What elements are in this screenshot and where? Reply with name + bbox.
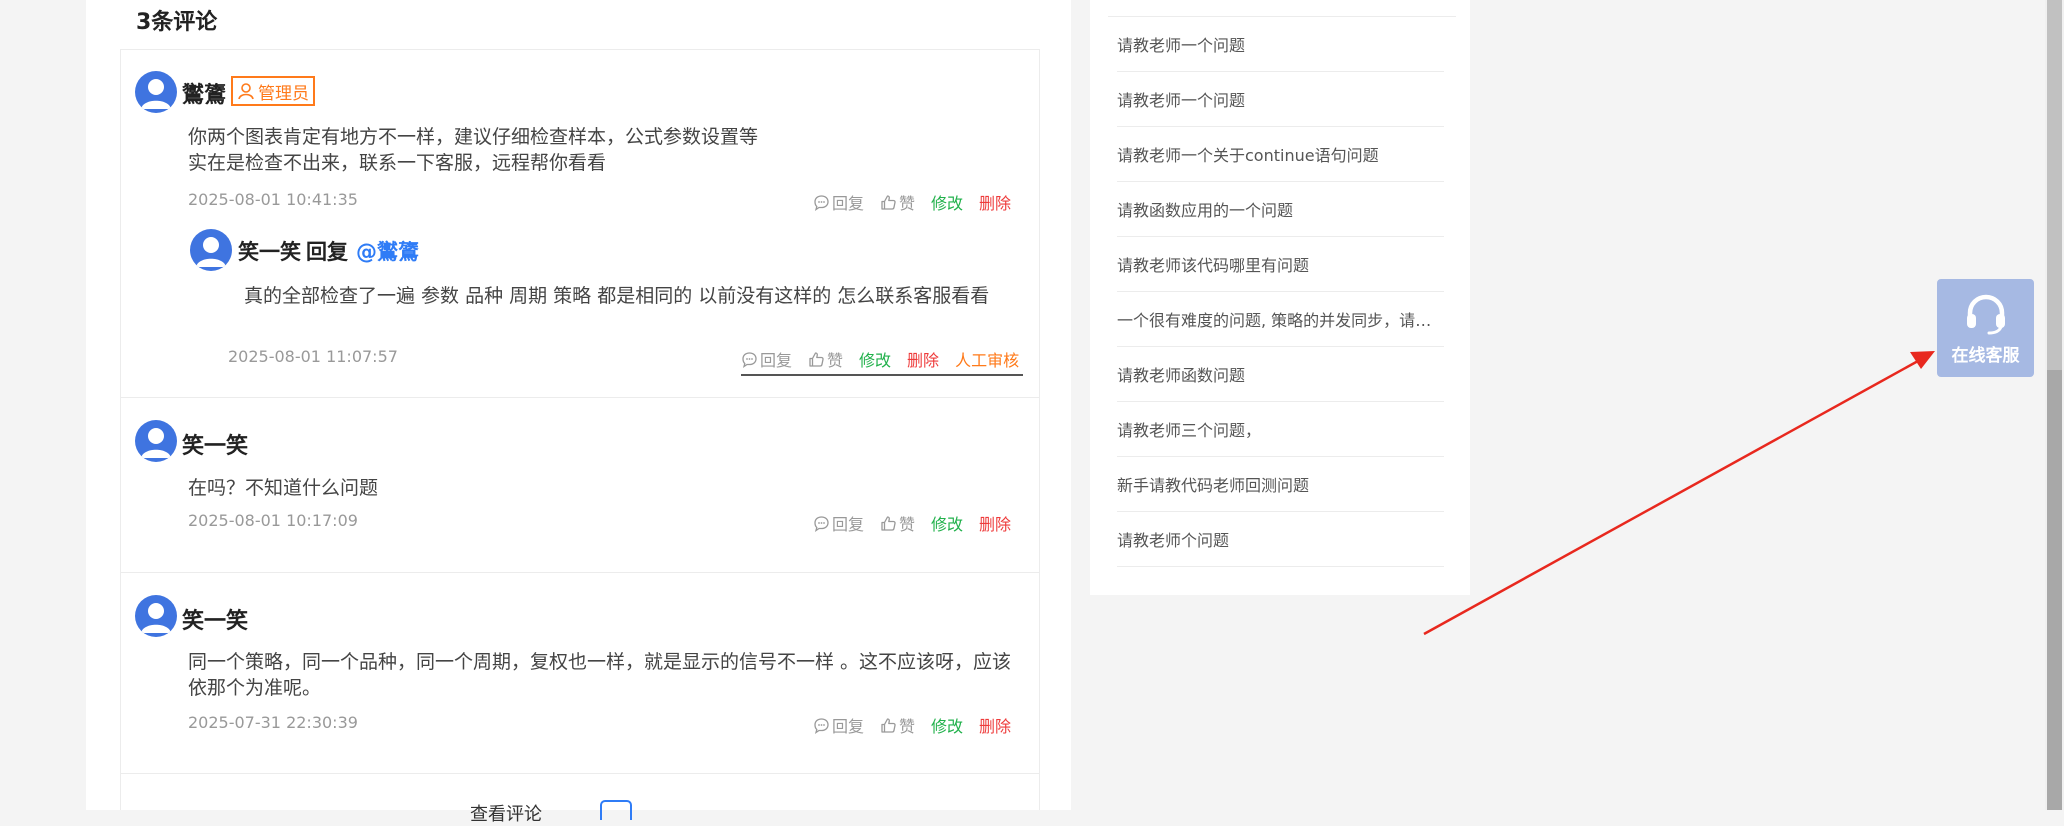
more-comments-link[interactable]: 查看评论	[470, 800, 542, 826]
user-avatar-icon	[141, 79, 171, 109]
delete-button[interactable]: 删除	[907, 347, 939, 371]
reply-button[interactable]: 回复	[813, 713, 864, 737]
user-avatar-icon	[141, 603, 171, 633]
comment-text: 同一个策略，同一个品种，同一个周期，复权也一样，就是显示的信号不一样 。这不应该…	[188, 651, 1012, 699]
comment-username[interactable]: 鸑鷟	[182, 77, 226, 109]
comment-divider	[120, 397, 1040, 398]
avatar[interactable]	[135, 595, 177, 637]
comment-line: 你两个图表肯定有地方不一样，建议仔细检查样本，公式参数设置等	[188, 126, 759, 148]
sidebar-item[interactable]: 新手请教代码老师回测问题	[1117, 457, 1444, 512]
annotation-arrow-head	[1910, 351, 1935, 369]
scrollbar-thumb[interactable]	[2047, 0, 2062, 370]
reply-word: 回复	[306, 240, 348, 264]
admin-badge-label: 管理员	[258, 83, 309, 104]
like-label: 赞	[827, 351, 844, 370]
reply-time: 2025-08-01 11:07:57	[228, 347, 398, 366]
chat-bubble-icon	[814, 717, 829, 734]
comment-actions: 回复 赞 修改 删除	[813, 190, 1011, 214]
thumbs-up-icon	[881, 515, 896, 531]
sidebar-item[interactable]: 请教老师函数问题	[1117, 347, 1444, 402]
comment-text: 在吗？不知道什么问题	[188, 475, 1008, 501]
thumbs-up-icon	[809, 351, 824, 367]
comment-line: 在吗？不知道什么问题	[188, 477, 379, 499]
reply-label: 回复	[760, 351, 793, 370]
sidebar-item[interactable]: 请教老师一个问题	[1117, 17, 1444, 72]
delete-button[interactable]: 删除	[979, 190, 1011, 214]
chat-bubble-icon	[814, 194, 829, 211]
edit-button[interactable]: 修改	[859, 347, 891, 371]
user-avatar-icon	[141, 428, 171, 458]
like-label: 赞	[899, 515, 916, 534]
chat-bubble-icon	[742, 351, 757, 368]
chat-bubble-icon	[814, 515, 829, 532]
comment-actions: 回复 赞 修改 删除	[813, 511, 1011, 535]
more-comments-button[interactable]	[600, 800, 632, 820]
reply-button[interactable]: 回复	[813, 511, 864, 535]
reply-button[interactable]: 回复	[813, 190, 864, 214]
comment-divider	[120, 773, 1040, 774]
reply-actions: 回复 赞 修改 删除 人工审核	[741, 347, 1019, 371]
comment-line: 实在是检查不出来，联系一下客服，远程帮你看看	[188, 152, 607, 174]
delete-button[interactable]: 删除	[979, 713, 1011, 737]
edit-button[interactable]: 修改	[931, 511, 963, 535]
sidebar-item[interactable]: 请教老师一个问题	[1117, 72, 1444, 127]
like-label: 赞	[899, 717, 916, 736]
headset-icon	[1967, 294, 2005, 335]
comment-username[interactable]: 笑一笑	[182, 428, 248, 460]
sidebar-item[interactable]: 请教老师一个关于continue语句问题	[1117, 127, 1444, 182]
comment-username[interactable]: 笑一笑	[182, 603, 248, 635]
scrollbar-lower	[2047, 370, 2062, 810]
reply-mention[interactable]: @鸑鷟	[356, 236, 419, 266]
reply-username[interactable]: 笑一笑	[238, 236, 301, 266]
like-button[interactable]: 赞	[880, 713, 915, 737]
reply-label: 回复	[832, 515, 865, 534]
sidebar-item[interactable]: 一个很有难度的问题, 策略的并发同步，请教老师	[1117, 292, 1444, 347]
thumbs-up-icon	[881, 194, 896, 210]
like-button[interactable]: 赞	[880, 190, 915, 214]
like-label: 赞	[899, 194, 916, 213]
sidebar-item[interactable]: 请教老师个问题	[1117, 512, 1444, 567]
online-service-button[interactable]: 在线客服	[1937, 279, 2034, 377]
sidebar-item[interactable]: 请教老师该代码哪里有问题	[1117, 237, 1444, 292]
avatar[interactable]	[135, 420, 177, 462]
reply-button[interactable]: 回复	[741, 347, 792, 371]
admin-badge: 管理员	[231, 76, 315, 106]
sidebar-item[interactable]: 请教函数应用的一个问题	[1117, 182, 1444, 237]
reply-label: 回复	[832, 717, 865, 736]
comment-divider	[120, 572, 1040, 573]
user-avatar-icon	[196, 237, 226, 267]
comments-header	[120, 0, 1040, 50]
reply-text: 真的全部检查了一遍 参数 品种 周期 策略 都是相同的 以前没有这样的 怎么联系…	[244, 285, 990, 307]
annotation-arrow-line	[1423, 359, 1919, 636]
avatar[interactable]	[135, 71, 177, 113]
like-button[interactable]: 赞	[880, 511, 915, 535]
edit-button[interactable]: 修改	[931, 713, 963, 737]
actions-underline	[741, 374, 1023, 376]
reply-label: 回复	[832, 194, 865, 213]
comment-time: 2025-08-01 10:41:35	[188, 190, 358, 209]
like-button[interactable]: 赞	[808, 347, 843, 371]
comment-time: 2025-08-01 10:17:09	[188, 511, 358, 530]
online-service-label: 在线客服	[1951, 346, 2020, 366]
sidebar-item[interactable]: 请教老师三个问题，	[1117, 402, 1444, 457]
delete-button[interactable]: 删除	[979, 511, 1011, 535]
manual-review-button[interactable]: 人工审核	[955, 347, 1019, 371]
comments-title: 3条评论	[136, 10, 218, 35]
avatar[interactable]	[190, 229, 232, 271]
edit-button[interactable]: 修改	[931, 190, 963, 214]
thumbs-up-icon	[881, 717, 896, 733]
comment-actions: 回复 赞 修改 删除	[813, 713, 1011, 737]
user-icon	[238, 83, 254, 100]
comment-time: 2025-07-31 22:30:39	[188, 713, 358, 732]
comment-text: 你两个图表肯定有地方不一样，建议仔细检查样本，公式参数设置等 实在是检查不出来，…	[188, 124, 1008, 176]
